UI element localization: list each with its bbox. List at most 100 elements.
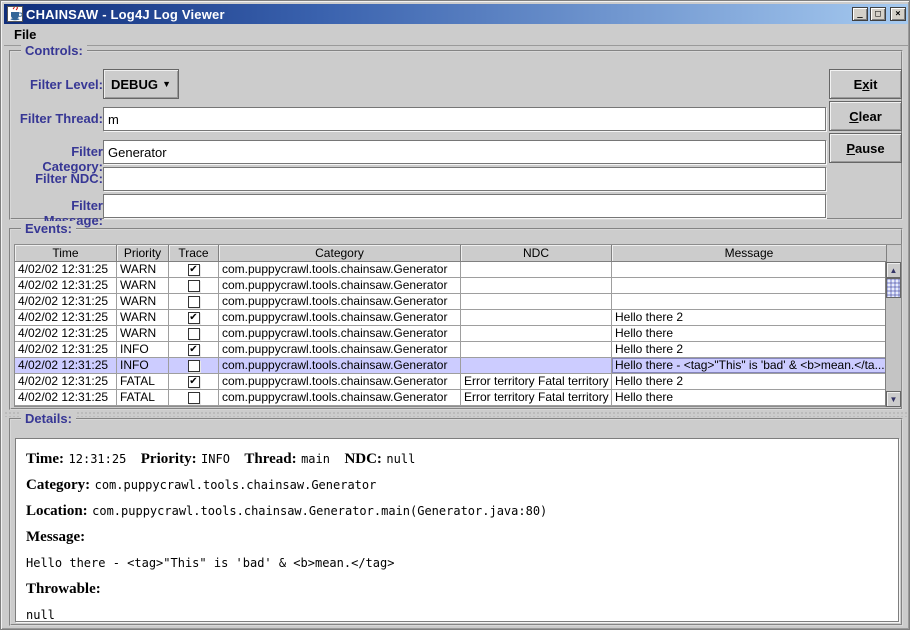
- column-header-category[interactable]: Category: [219, 245, 461, 262]
- trace-checkbox[interactable]: [188, 280, 200, 292]
- cell-message: [612, 262, 887, 278]
- table-row[interactable]: 4/02/02 12:31:25 WARN ✔ com.puppycrawl.t…: [15, 310, 901, 326]
- window-title: CHAINSAW - Log4J Log Viewer: [26, 7, 852, 22]
- trace-checkbox[interactable]: ✔: [188, 376, 200, 388]
- table-row[interactable]: 4/02/02 12:31:25 WARN com.puppycrawl.too…: [15, 326, 901, 342]
- pause-button[interactable]: Pause: [829, 133, 902, 163]
- filter-message-input[interactable]: [103, 194, 826, 218]
- column-header-priority[interactable]: Priority: [117, 245, 169, 262]
- cell-ndc: [461, 326, 612, 342]
- column-header-message[interactable]: Message: [612, 245, 887, 262]
- cell-category: com.puppycrawl.tools.chainsaw.Generator: [219, 262, 461, 278]
- message-value-line: Hello there - <tag>"This" is 'bad' & <b>…: [26, 554, 888, 572]
- column-header-time[interactable]: Time: [15, 245, 117, 262]
- cell-ndc: Error territory Fatal territory: [461, 390, 612, 406]
- throwable-value-line: null: [26, 606, 888, 622]
- filter-category-input[interactable]: [103, 140, 826, 164]
- app-window: CHAINSAW - Log4J Log Viewer _ □ × File C…: [0, 0, 910, 630]
- split-pane-divider[interactable]: [4, 411, 908, 417]
- thread-value: main: [301, 452, 330, 466]
- cell-message: [612, 278, 887, 294]
- cell-time: 4/02/02 12:31:25: [15, 278, 117, 294]
- details-location-line: Location: com.puppycrawl.tools.chainsaw.…: [26, 502, 888, 520]
- table-body: 4/02/02 12:31:25 WARN ✔ com.puppycrawl.t…: [15, 262, 901, 406]
- cell-trace: [169, 294, 219, 310]
- message-value: Hello there - <tag>"This" is 'bad' & <b>…: [26, 556, 394, 570]
- cell-time: 4/02/02 12:31:25: [15, 310, 117, 326]
- filter-level-value: DEBUG: [111, 77, 162, 92]
- cell-message: Hello there: [612, 390, 887, 406]
- trace-checkbox[interactable]: [188, 392, 200, 404]
- close-button[interactable]: ×: [890, 7, 906, 21]
- details-group: Details: Time: 12:31:25 Priority: INFO T…: [9, 418, 903, 626]
- table-row[interactable]: 4/02/02 12:31:25 WARN com.puppycrawl.too…: [15, 294, 901, 310]
- cell-time: 4/02/02 12:31:25: [15, 262, 117, 278]
- table-row[interactable]: 4/02/02 12:31:25 FATAL com.puppycrawl.to…: [15, 390, 901, 406]
- category-label: Category:: [26, 477, 90, 493]
- location-value: com.puppycrawl.tools.chainsaw.Generator.…: [92, 504, 547, 518]
- cell-time: 4/02/02 12:31:25: [15, 326, 117, 342]
- vertical-scrollbar[interactable]: ▲ ▼: [885, 262, 901, 407]
- exit-button[interactable]: Exit: [829, 69, 902, 99]
- details-summary-line: Time: 12:31:25 Priority: INFO Thread: ma…: [26, 450, 888, 468]
- priority-value: INFO: [201, 452, 230, 466]
- table-row[interactable]: 4/02/02 12:31:25 INFO com.puppycrawl.too…: [15, 358, 901, 374]
- cell-category: com.puppycrawl.tools.chainsaw.Generator: [219, 294, 461, 310]
- trace-checkbox[interactable]: [188, 296, 200, 308]
- cell-ndc: [461, 310, 612, 326]
- table-row[interactable]: 4/02/02 12:31:25 FATAL ✔ com.puppycrawl.…: [15, 374, 901, 390]
- trace-checkbox[interactable]: ✔: [188, 312, 200, 324]
- clear-button[interactable]: Clear: [829, 101, 902, 131]
- title-bar[interactable]: CHAINSAW - Log4J Log Viewer _ □ ×: [4, 4, 908, 24]
- details-category-line: Category: com.puppycrawl.tools.chainsaw.…: [26, 476, 888, 494]
- scroll-up-button[interactable]: ▲: [886, 262, 901, 278]
- menu-bar: File: [4, 24, 908, 46]
- table-row[interactable]: 4/02/02 12:31:25 WARN com.puppycrawl.too…: [15, 278, 901, 294]
- table-row[interactable]: 4/02/02 12:31:25 INFO ✔ com.puppycrawl.t…: [15, 342, 901, 358]
- column-header-trace[interactable]: Trace: [169, 245, 219, 262]
- filter-level-combobox[interactable]: DEBUG ▼: [103, 69, 179, 99]
- trace-checkbox[interactable]: ✔: [188, 344, 200, 356]
- scroll-thumb[interactable]: [886, 278, 901, 298]
- column-header-ndc[interactable]: NDC: [461, 245, 612, 262]
- maximize-button[interactable]: □: [870, 7, 886, 21]
- trace-checkbox[interactable]: ✔: [188, 264, 200, 276]
- trace-checkbox[interactable]: [188, 360, 200, 372]
- cell-category: com.puppycrawl.tools.chainsaw.Generator: [219, 342, 461, 358]
- cell-time: 4/02/02 12:31:25: [15, 358, 117, 374]
- cell-ndc: Error territory Fatal territory: [461, 374, 612, 390]
- cell-trace: [169, 390, 219, 406]
- controls-group-title: Controls:: [21, 43, 87, 59]
- time-value: 12:31:25: [69, 452, 127, 466]
- table-row[interactable]: 4/02/02 12:31:25 WARN ✔ com.puppycrawl.t…: [15, 262, 901, 278]
- cell-ndc: [461, 278, 612, 294]
- cell-trace: ✔: [169, 262, 219, 278]
- menu-file[interactable]: File: [4, 27, 46, 42]
- throwable-label: Throwable:: [26, 581, 101, 597]
- details-group-title: Details:: [21, 411, 76, 427]
- trace-checkbox[interactable]: [188, 328, 200, 340]
- thread-label: Thread:: [244, 451, 296, 467]
- cell-category: com.puppycrawl.tools.chainsaw.Generator: [219, 358, 461, 374]
- scroll-down-button[interactable]: ▼: [886, 391, 901, 407]
- cell-time: 4/02/02 12:31:25: [15, 374, 117, 390]
- cell-message: Hello there - <tag>"This" is 'bad' & <b>…: [612, 358, 887, 374]
- cell-priority: WARN: [117, 310, 169, 326]
- filter-ndc-input[interactable]: [103, 167, 826, 191]
- events-group-title: Events:: [21, 221, 76, 237]
- cell-priority: WARN: [117, 294, 169, 310]
- category-value: com.puppycrawl.tools.chainsaw.Generator: [95, 478, 377, 492]
- events-table: Time Priority Trace Category NDC Message…: [14, 244, 902, 407]
- details-pane: Time: 12:31:25 Priority: INFO Thread: ma…: [15, 438, 899, 622]
- chevron-down-icon: ▼: [162, 79, 171, 89]
- filter-thread-input[interactable]: [103, 107, 826, 131]
- filter-level-label: Filter Level:: [15, 77, 103, 92]
- minimize-button[interactable]: _: [852, 7, 868, 21]
- filter-ndc-label: Filter NDC:: [15, 171, 103, 186]
- java-app-icon: [7, 6, 23, 22]
- priority-label: Priority:: [141, 451, 197, 467]
- cell-time: 4/02/02 12:31:25: [15, 390, 117, 406]
- cell-time: 4/02/02 12:31:25: [15, 342, 117, 358]
- filter-thread-label: Filter Thread:: [15, 111, 103, 126]
- cell-priority: INFO: [117, 342, 169, 358]
